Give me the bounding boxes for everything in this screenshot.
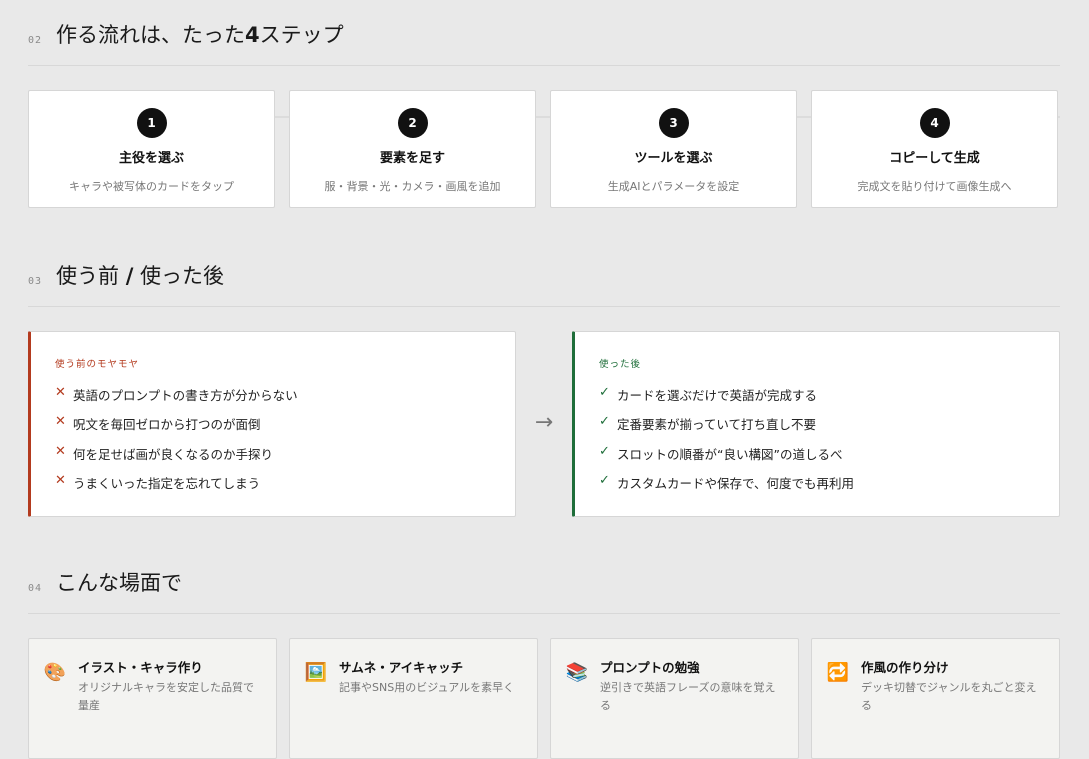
palette-icon: 🎨	[43, 662, 67, 683]
before-list: ✕ 英語のプロンプトの書き方が分からない ✕ 呪文を毎回ゼロから打つのが面倒 ✕ 何を…	[55, 385, 298, 502]
section-title: こんな場面で	[56, 571, 182, 595]
step-number-badge: 3	[658, 108, 689, 138]
before-panel: 使う前のモヤモヤ ✕ 英語のプロンプトの書き方が分からない ✕ 呪文を毎回ゼロから打…	[28, 331, 516, 517]
list-item: ✓ カードを選ぶだけで英語が完成する	[599, 385, 818, 403]
step-card-1: 1 主役を選ぶ キャラや被写体のカードをタップ	[28, 90, 275, 208]
case-title: サムネ・アイキャッチ	[339, 660, 464, 675]
case-title: イラスト・キャラ作り	[78, 660, 203, 675]
case-description: オリジナルキャラを安定した品質で量産	[78, 681, 254, 712]
after-label: 使った後	[599, 359, 642, 370]
cross-icon: ✕	[55, 385, 66, 400]
step-title: 主役を選ぶ	[118, 151, 184, 166]
before-label: 使う前のモヤモヤ	[55, 359, 140, 370]
list-item: ✕ 呪文を毎回ゼロから打つのが面倒	[55, 414, 261, 433]
after-panel: 使った後 ✓ カードを選ぶだけで英語が完成する ✓ 定番要素が揃っていて打ち直し不要…	[572, 331, 1060, 517]
step-number-badge: 1	[136, 108, 167, 138]
step-card-4: 4 コピーして生成 完成文を貼り付けて画像生成へ	[811, 90, 1058, 208]
list-item: ✕ 何を足せば画が良くなるのか手探り	[55, 443, 274, 462]
list-item: ✓ スロットの順番が“良い構図”の道しるべ	[599, 443, 843, 462]
case-title: 作風の作り分け	[861, 660, 949, 675]
section-header-scenes: 04 こんな場面で	[28, 563, 1060, 614]
step-title: コピーして生成	[889, 151, 980, 166]
list-item: ✕ うまくいった指定を忘れてしまう	[55, 472, 261, 491]
step-number-badge: 4	[919, 108, 950, 138]
books-icon: 📚	[565, 662, 589, 683]
list-item: ✓ 定番要素が揃っていて打ち直し不要	[599, 414, 817, 433]
section-number: 03	[28, 276, 43, 287]
steps-row: 1 主役を選ぶ キャラや被写体のカードをタップ 2 要素を足す 服・背景・光・カ…	[28, 90, 1060, 210]
step-number-badge: 2	[397, 108, 428, 138]
section-title: 使う前 / 使った後	[56, 264, 225, 288]
step-description: キャラや被写体のカードをタップ	[69, 180, 234, 193]
section-header-before-after: 03 使う前 / 使った後	[28, 256, 1060, 307]
section-number: 04	[28, 583, 43, 594]
section-number: 02	[28, 35, 43, 46]
cross-icon: ✕	[55, 414, 66, 430]
step-card-2: 2 要素を足す 服・背景・光・カメラ・画風を追加	[289, 90, 536, 208]
list-item: ✓ カスタムカードや保存で、何度でも再利用	[599, 472, 855, 491]
step-description: 完成文を貼り付けて画像生成へ	[857, 180, 1012, 193]
step-description: 生成AIとパラメータを設定	[607, 180, 740, 193]
cross-icon: ✕	[55, 443, 66, 459]
step-card-3: 3 ツールを選ぶ 生成AIとパラメータを設定	[550, 90, 797, 208]
check-icon: ✓	[599, 472, 610, 488]
section-header-steps: 02 作る流れは、たった4ステップ	[28, 15, 1060, 66]
cross-icon: ✕	[55, 472, 66, 488]
case-card-style: 🔁 作風の作り分け デッキ切替でジャンルを丸ごと変える	[811, 638, 1060, 759]
case-card-study: 📚 プロンプトの勉強 逆引きで英語フレーズの意味を覚える	[550, 638, 799, 759]
after-list: ✓ カードを選ぶだけで英語が完成する ✓ 定番要素が揃っていて打ち直し不要 ✓ スロッ…	[599, 385, 854, 502]
check-icon: ✓	[599, 443, 610, 459]
step-description: 服・背景・光・カメラ・画風を追加	[324, 180, 501, 193]
case-description: 逆引きで英語フレーズの意味を覚える	[600, 681, 776, 712]
list-item: ✕ 英語のプロンプトの書き方が分からない	[55, 385, 298, 403]
case-title: プロンプトの勉強	[600, 660, 700, 675]
case-card-thumbnail: 🖼️ サムネ・アイキャッチ 記事やSNS用のビジュアルを素早く	[289, 638, 538, 759]
step-title: ツールを選ぶ	[634, 151, 713, 166]
check-icon: ✓	[599, 385, 610, 400]
arrow-right-icon: →	[534, 410, 554, 435]
repeat-icon: 🔁	[826, 662, 850, 683]
case-card-illustration: 🎨 イラスト・キャラ作り オリジナルキャラを安定した品質で量産	[28, 638, 277, 759]
check-icon: ✓	[599, 414, 610, 430]
section-title: 作る流れは、たった4ステップ	[56, 23, 344, 47]
step-title: 要素を足す	[379, 151, 445, 166]
case-description: 記事やSNS用のビジュアルを素早く	[339, 681, 515, 694]
case-description: デッキ切替でジャンルを丸ごと変える	[861, 681, 1037, 712]
framed-picture-icon: 🖼️	[304, 662, 328, 683]
